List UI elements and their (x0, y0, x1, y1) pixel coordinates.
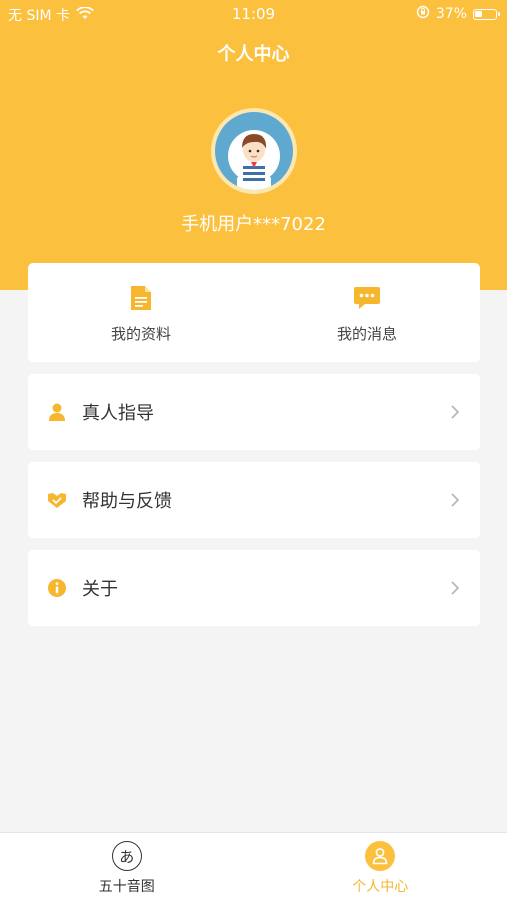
battery-percent: 37% (435, 6, 467, 22)
menu-card-help-feedback: 帮助与反馈 (28, 462, 480, 538)
document-icon (126, 283, 156, 313)
menu-card-real-person-guidance: 真人指导 (28, 374, 480, 450)
menu-item-help-feedback[interactable]: 帮助与反馈 (28, 462, 480, 538)
username: 手机用户***7022 (181, 214, 326, 235)
kana-a-icon: あ (111, 841, 142, 871)
menu-item-about[interactable]: 关于 (28, 550, 480, 626)
chat-bubble-icon (352, 283, 382, 313)
menu-label-help-feedback: 帮助与反馈 (82, 491, 172, 512)
info-icon (46, 577, 68, 599)
menu-item-real-person-guidance[interactable]: 真人指导 (28, 374, 480, 450)
chevron-right-icon (450, 580, 462, 596)
user-icon (365, 841, 396, 871)
my-messages-label: 我的消息 (336, 325, 397, 343)
menu-label-real-person-guidance: 真人指导 (82, 403, 154, 424)
my-profile-label: 我的资料 (110, 325, 171, 343)
tab-kana-chart[interactable]: あ 五十音图 (0, 833, 254, 900)
orientation-lock-icon (416, 5, 430, 23)
person-icon (46, 401, 68, 423)
my-messages-button[interactable]: 我的消息 (254, 263, 480, 362)
menu-label-about: 关于 (82, 579, 118, 600)
page-title: 个人中心 (217, 44, 290, 65)
avatar-image (215, 112, 293, 190)
status-bar: 无 SIM 卡 11:09 37% (0, 0, 507, 28)
chevron-right-icon (450, 492, 462, 508)
battery-level (475, 10, 482, 17)
quick-actions-card: 我的资料 我的消息 (28, 263, 480, 362)
tab-bar: あ 五十音图 个人中心 (0, 832, 507, 900)
chevron-right-icon (450, 404, 462, 420)
avatar[interactable] (211, 108, 297, 194)
tab-personal-center[interactable]: 个人中心 (254, 833, 507, 900)
tab-label-kana-chart: 五十音图 (98, 879, 155, 895)
menu-card-about: 关于 (28, 550, 480, 626)
my-profile-button[interactable]: 我的资料 (28, 263, 254, 362)
battery-icon (473, 8, 500, 20)
tab-label-personal-center: 个人中心 (352, 879, 409, 895)
handshake-icon (46, 489, 68, 511)
